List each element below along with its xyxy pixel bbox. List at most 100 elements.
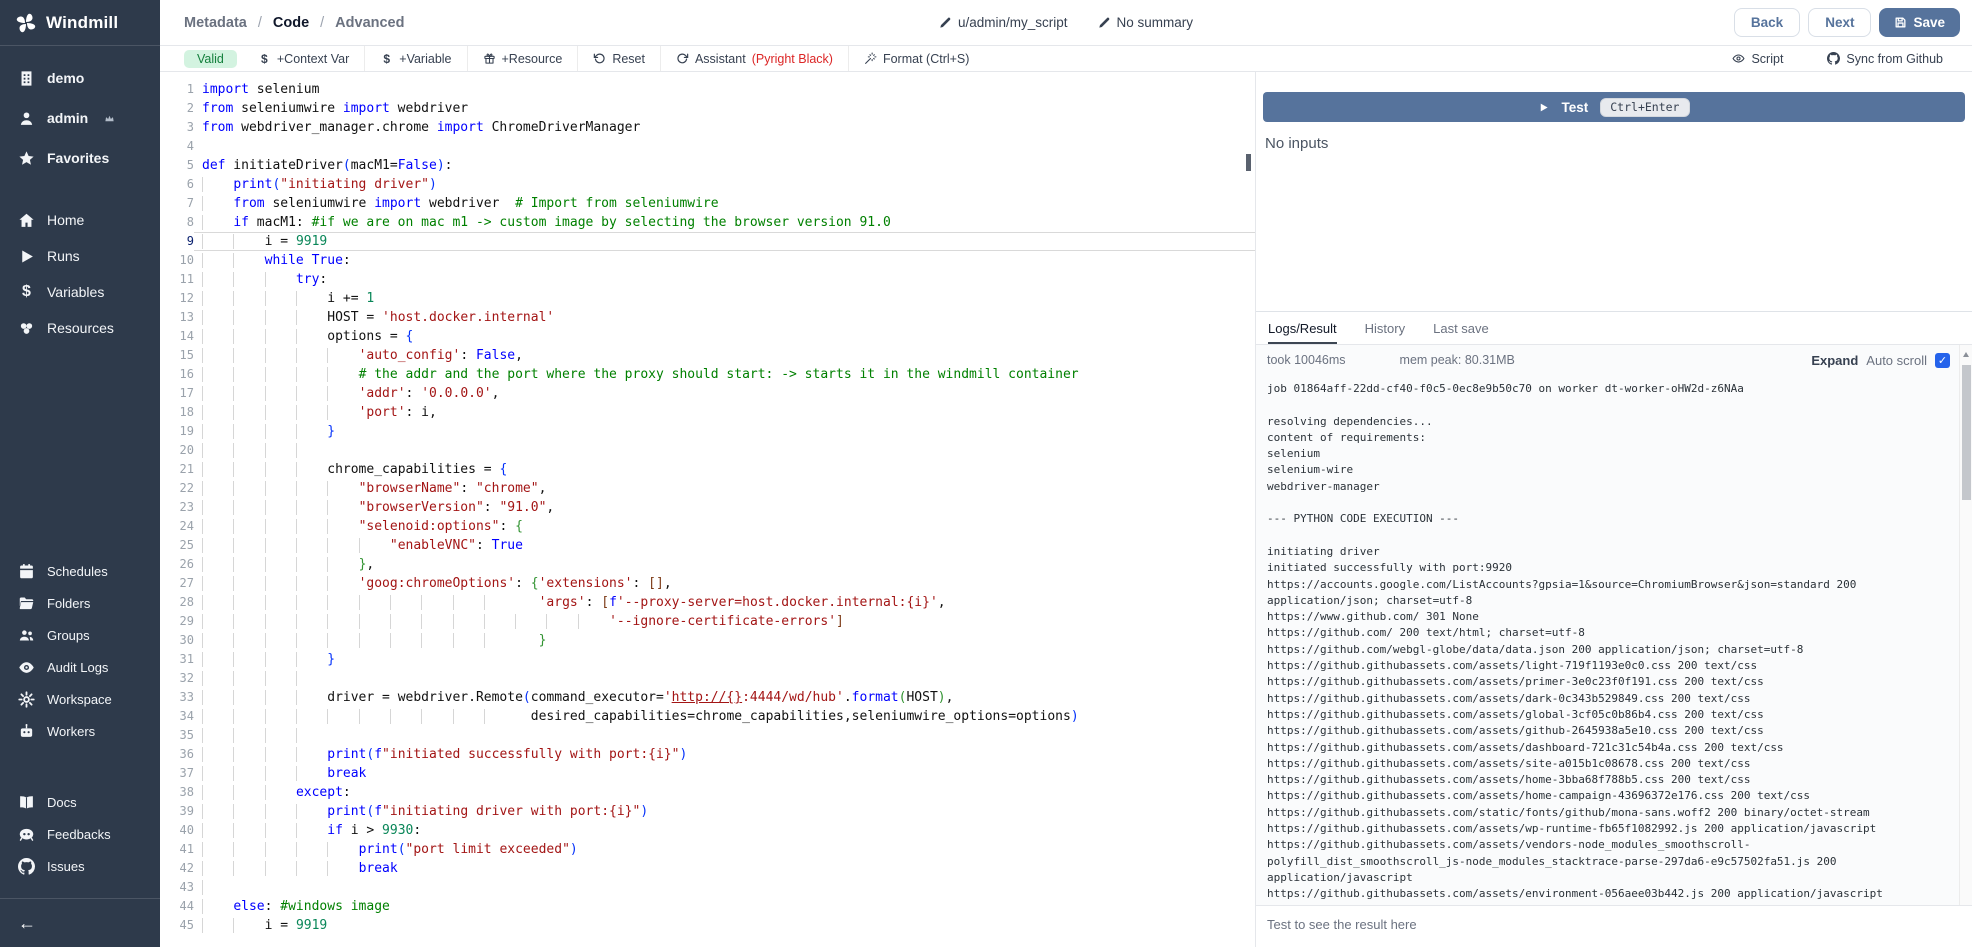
code-line[interactable]: 24 "selenoid:options": {	[160, 517, 1255, 536]
code-line[interactable]: 7 from seleniumwire import webdriver # I…	[160, 194, 1255, 213]
test-button[interactable]: Test Ctrl+Enter	[1263, 92, 1965, 122]
code-line[interactable]: 14 options = {	[160, 327, 1255, 346]
sidebar-item-groups[interactable]: Groups	[0, 619, 160, 651]
code-line[interactable]: 21 chrome_capabilities = {	[160, 460, 1255, 479]
code-line[interactable]: 22 "browserName": "chrome",	[160, 479, 1255, 498]
code-line[interactable]: 2from seleniumwire import webdriver	[160, 99, 1255, 118]
reset-button[interactable]: Reset	[578, 46, 661, 71]
calendar-icon	[18, 563, 35, 580]
code-line[interactable]: 10 while True:	[160, 251, 1255, 270]
assistant-button[interactable]: Assistant (Pyright Black)	[661, 46, 849, 71]
github-icon	[1827, 52, 1840, 65]
back-button[interactable]: Back	[1734, 8, 1800, 37]
code-line[interactable]: 36 print(f"initiated successfully with p…	[160, 745, 1255, 764]
code-line[interactable]: 40 if i > 9930:	[160, 821, 1255, 840]
sidebar-item-workspace-demo[interactable]: demo	[0, 58, 160, 98]
code-line[interactable]: 18 'port': i,	[160, 403, 1255, 422]
app-logo[interactable]: Windmill	[0, 0, 160, 46]
add-context-var-button[interactable]: $ +Context Var	[243, 46, 365, 71]
code-line[interactable]: 39 print(f"initiating driver with port:{…	[160, 802, 1255, 821]
code-line[interactable]: 3from webdriver_manager.chrome import Ch…	[160, 118, 1255, 137]
building-icon	[18, 70, 35, 87]
code-line[interactable]: 4	[160, 137, 1255, 156]
sidebar-item-audit-logs[interactable]: Audit Logs	[0, 651, 160, 683]
sync-from-github-button[interactable]: Sync from Github	[1812, 52, 1958, 66]
code-line[interactable]: 41 print("port limit exceeded")	[160, 840, 1255, 859]
code-line[interactable]: 11 try:	[160, 270, 1255, 289]
code-editor[interactable]: 1import selenium2from seleniumwire impor…	[160, 72, 1256, 947]
tab-logs-result[interactable]: Logs/Result	[1268, 312, 1337, 344]
code-line[interactable]: 15 'auto_config': False,	[160, 346, 1255, 365]
code-line[interactable]: 25 "enableVNC": True	[160, 536, 1255, 555]
sidebar-item-workers[interactable]: Workers	[0, 715, 160, 747]
code-line[interactable]: 17 'addr': '0.0.0.0',	[160, 384, 1255, 403]
code-line[interactable]: 5def initiateDriver(macM1=False):	[160, 156, 1255, 175]
line-number: 14	[160, 327, 194, 346]
code-line[interactable]: 13 HOST = 'host.docker.internal'	[160, 308, 1255, 327]
line-number: 35	[160, 726, 194, 745]
sidebar-item-label: Favorites	[47, 150, 109, 166]
logs-scrollbar[interactable]	[1959, 345, 1972, 905]
tab-advanced[interactable]: Advanced	[335, 15, 404, 31]
sidebar-item-issues[interactable]: Issues	[0, 850, 160, 882]
sidebar-item-runs[interactable]: Runs	[0, 238, 160, 274]
tab-code[interactable]: Code	[273, 15, 309, 31]
expand-button[interactable]: Expand	[1811, 353, 1858, 368]
code-line[interactable]: 26 },	[160, 555, 1255, 574]
tab-metadata[interactable]: Metadata	[184, 15, 247, 31]
code-line[interactable]: 27 'goog:chromeOptions': {'extensions': …	[160, 574, 1255, 593]
code-line[interactable]: 44 else: #windows image	[160, 897, 1255, 916]
code-line[interactable]: 8 if macM1: #if we are on mac m1 -> cust…	[160, 213, 1255, 232]
sidebar-item-variables[interactable]: $ Variables	[0, 274, 160, 310]
code-line[interactable]: 37 break	[160, 764, 1255, 783]
code-line[interactable]: 19 }	[160, 422, 1255, 441]
scroll-up-arrow-icon[interactable]	[1963, 349, 1969, 357]
tab-last-save[interactable]: Last save	[1433, 312, 1489, 344]
user-icon	[18, 110, 35, 127]
tab-history[interactable]: History	[1365, 312, 1405, 344]
sidebar-item-folders[interactable]: Folders	[0, 587, 160, 619]
code-line[interactable]: 20	[160, 441, 1255, 460]
code-line[interactable]: 31 }	[160, 650, 1255, 669]
autoscroll-checkbox[interactable]: ✓	[1935, 353, 1950, 368]
code-line[interactable]: 35	[160, 726, 1255, 745]
code-line[interactable]: 29 '--ignore-certificate-errors']	[160, 612, 1255, 631]
sidebar-item-resources[interactable]: Resources	[0, 310, 160, 346]
sidebar-collapse-button[interactable]: ←	[0, 898, 160, 947]
save-button[interactable]: Save	[1879, 8, 1960, 37]
script-path-edit[interactable]: u/admin/my_script	[939, 15, 1068, 30]
code-line[interactable]: 34 desired_capabilities=chrome_capabilit…	[160, 707, 1255, 726]
sidebar-item-user-admin[interactable]: admin	[0, 98, 160, 138]
code-line[interactable]: 16 # the addr and the port where the pro…	[160, 365, 1255, 384]
code-line[interactable]: 28 'args': [f'--proxy-server=host.docker…	[160, 593, 1255, 612]
add-resource-button[interactable]: +Resource	[468, 46, 579, 71]
code-line[interactable]: 32	[160, 669, 1255, 688]
sidebar-item-home[interactable]: Home	[0, 202, 160, 238]
code-line[interactable]: 1import selenium	[160, 80, 1255, 99]
sidebar-item-workspace-settings[interactable]: Workspace	[0, 683, 160, 715]
code-line[interactable]: 30 }	[160, 631, 1255, 650]
sidebar-item-docs[interactable]: Docs	[0, 786, 160, 818]
code-line[interactable]: 42 break	[160, 859, 1255, 878]
format-button[interactable]: Format (Ctrl+S)	[849, 46, 984, 71]
script-preview-button[interactable]: Script	[1717, 52, 1798, 66]
code-line[interactable]: 23 "browserVersion": "91.0",	[160, 498, 1255, 517]
sidebar-item-favorites[interactable]: Favorites	[0, 138, 160, 178]
line-number: 45	[160, 916, 194, 935]
code-line[interactable]: 6 print("initiating driver")	[160, 175, 1255, 194]
code-line[interactable]: 9 i = 9919	[160, 232, 1255, 251]
sidebar-item-schedules[interactable]: Schedules	[0, 555, 160, 587]
code-line[interactable]: 12 i += 1	[160, 289, 1255, 308]
eye-icon	[18, 659, 35, 676]
code-line[interactable]: 43	[160, 878, 1255, 897]
code-line[interactable]: 38 except:	[160, 783, 1255, 802]
script-summary-edit[interactable]: No summary	[1098, 15, 1194, 30]
sidebar-item-feedbacks[interactable]: Feedbacks	[0, 818, 160, 850]
code-line[interactable]: 45 i = 9919	[160, 916, 1255, 935]
next-button[interactable]: Next	[1808, 8, 1871, 37]
logs-scrollbar-thumb[interactable]	[1962, 365, 1971, 500]
add-variable-button[interactable]: $ +Variable	[365, 46, 467, 71]
line-number: 30	[160, 631, 194, 650]
code-line[interactable]: 33 driver = webdriver.Remote(command_exe…	[160, 688, 1255, 707]
line-number: 26	[160, 555, 194, 574]
